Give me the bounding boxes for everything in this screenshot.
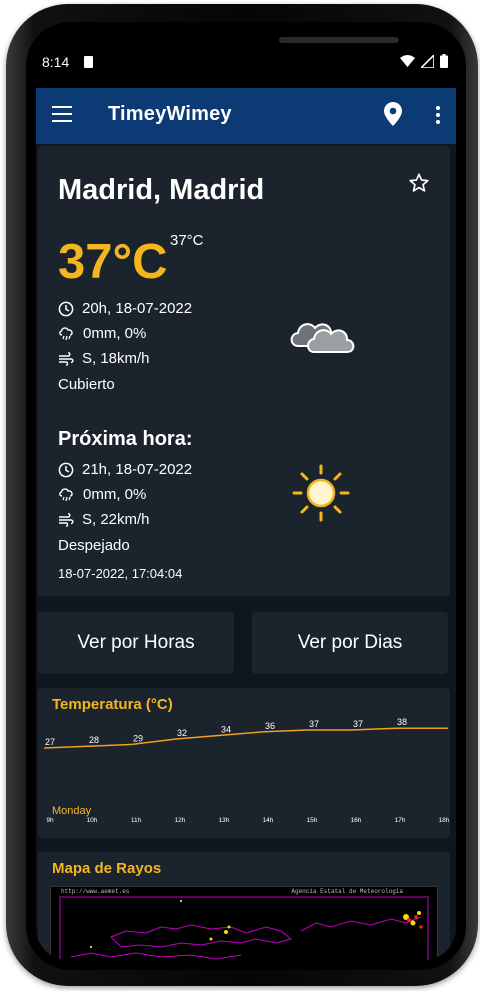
current-datetime: 20h, 18-07-2022 [82,300,193,317]
next-wind: S, 22km/h [82,511,150,528]
current-precipitation: 0mm, 0% [83,325,147,342]
temperature-chart[interactable]: 27 28 29 32 34 36 37 37 38 9h 10h 11h 12h 13h 14h 15h 16… [38,688,450,838]
phone-bezel: 8:14 TimeyWimey Madrid, Madrid 37°C 37°C… [26,22,466,970]
feels-like-temperature: 37°C [170,232,204,249]
wind-icon [59,351,74,366]
status-icons [400,54,448,68]
clock-icon [58,301,74,316]
last-updated: 18-07-2022, 17:04:04 [58,566,183,581]
x-tick-label: 18h [439,817,450,824]
current-wind: S, 18km/h [82,350,150,367]
x-tick-label: 13h [219,817,230,824]
status-bar: 8:14 [36,32,456,88]
signal-icon [421,54,434,68]
next-precipitation: 0mm, 0% [83,486,147,503]
x-tick-label: 16h [351,817,362,824]
lightning-map-drawing [59,896,429,960]
app-bar: TimeyWimey [36,88,456,144]
view-by-hours-button[interactable]: Ver por Horas [38,612,234,674]
next-condition: Despejado [58,537,130,554]
point-label: 28 [89,735,99,745]
point-label: 36 [265,721,275,731]
lightning-map-card: Mapa de Rayos http://www.aemet.es Agenci… [38,852,450,960]
point-label: 34 [221,724,231,734]
hamburger-menu-icon[interactable] [52,106,72,122]
temperature-line [43,727,448,749]
wind-icon [59,512,74,527]
cloud-icon [290,323,355,353]
next-datetime: 21h, 18-07-2022 [82,461,193,478]
location-pin-icon[interactable] [384,102,402,126]
more-options-icon[interactable] [436,106,440,127]
x-tick-label: 9h [46,817,54,824]
battery-icon [440,54,448,68]
current-weather-card: Madrid, Madrid 37°C 37°C 20h, 18-07-2022 [38,146,450,596]
wifi-icon [400,55,415,67]
next-hour-title: Próxima hora: [58,428,193,450]
next-precipitation-row: 0mm, 0% [58,486,146,503]
app-title: TimeyWimey [108,103,232,125]
point-label: 32 [177,728,187,738]
view-by-days-button[interactable]: Ver por Dias [252,612,448,674]
speaker-grille [279,37,399,43]
rain-cloud-icon [59,326,73,340]
current-temperature: 37°C [58,235,168,289]
next-datetime-row: 21h, 18-07-2022 [58,461,192,478]
next-wind-row: S, 22km/h [58,511,150,528]
x-tick-label: 12h [175,817,186,824]
point-label: 37 [353,719,363,729]
current-datetime-row: 20h, 18-07-2022 [58,300,192,317]
lightning-map-image[interactable]: http://www.aemet.es Agencia Estatal de M… [50,886,438,960]
point-label: 29 [133,733,143,743]
x-tick-label: 14h [263,817,274,824]
rain-cloud-icon [59,487,73,501]
temperature-chart-card: Temperatura (°C) 27 28 29 32 34 36 37 37 38 9h 10h… [38,688,450,838]
main-content: Madrid, Madrid 37°C 37°C 20h, 18-07-2022 [36,144,456,960]
radar-title: Mapa de Rayos [52,860,162,877]
current-condition: Cubierto [58,376,115,393]
point-label: 37 [309,719,319,729]
x-tick-label: 11h [131,817,142,824]
x-tick-label: 17h [395,817,406,824]
status-time: 8:14 [42,54,70,70]
sun-icon [292,464,350,522]
favorite-star-icon[interactable] [408,172,430,194]
current-wind-row: S, 18km/h [58,350,150,367]
sim-card-icon [84,56,93,68]
camera-notch [129,32,399,62]
city-name: Madrid, Madrid [58,174,265,206]
current-precipitation-row: 0mm, 0% [58,325,146,342]
x-tick-label: 10h [87,817,98,824]
point-label: 38 [397,717,407,727]
day-label: Monday [52,805,92,817]
screen: 8:14 TimeyWimey Madrid, Madrid 37°C 37°C… [36,32,456,960]
clock-icon [58,462,74,477]
x-tick-label: 15h [307,817,318,824]
point-label: 27 [45,737,55,747]
